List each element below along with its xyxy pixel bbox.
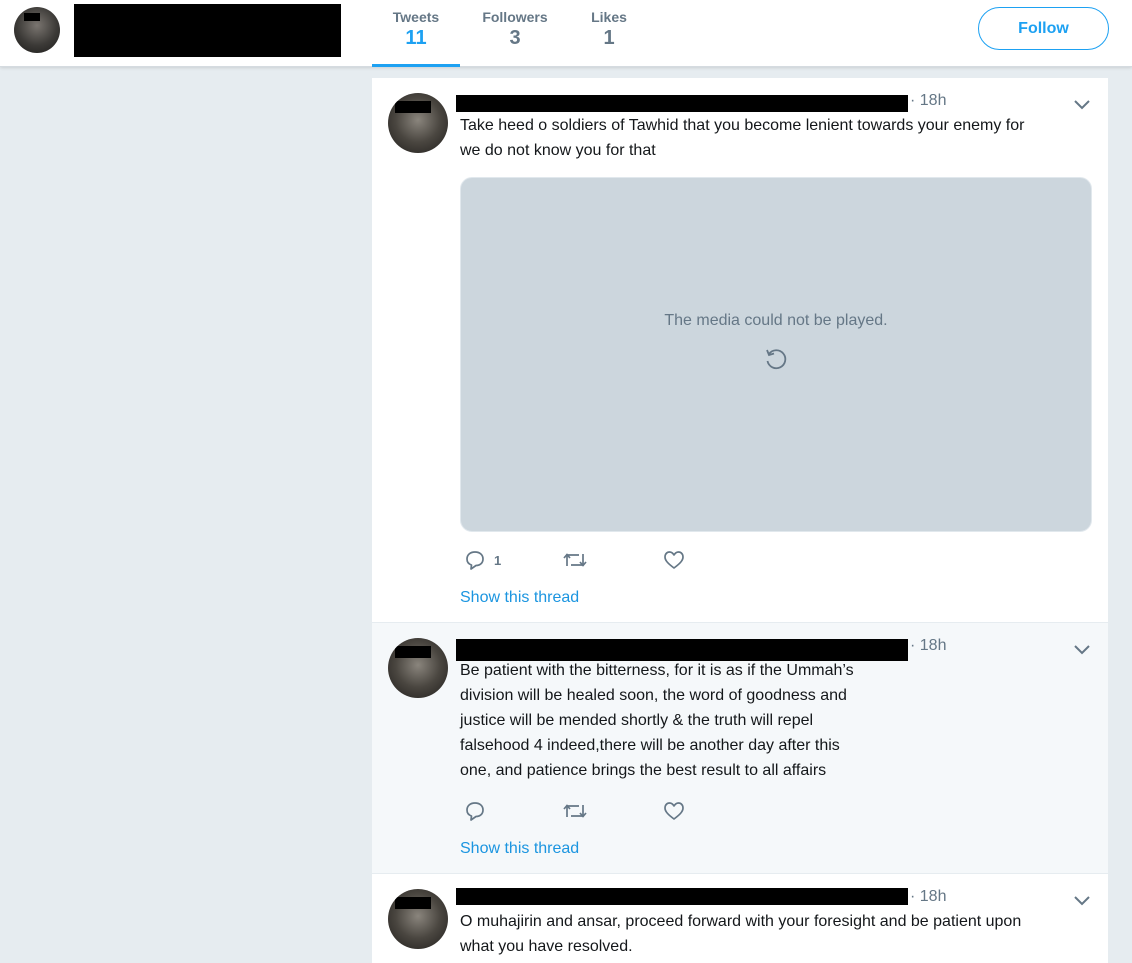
tab-tweets[interactable]: Tweets 11 (372, 8, 460, 67)
redaction-bar (395, 897, 431, 909)
retweet-icon (563, 804, 587, 818)
avatar[interactable] (388, 889, 448, 949)
tweet[interactable]: · 18h Be patient with the bitterness, fo… (372, 622, 1108, 873)
redaction-bar (395, 646, 431, 658)
timeline: · 18h Take heed o soldiers of Tawhid tha… (372, 67, 1108, 963)
author-redaction (456, 95, 908, 112)
media-player[interactable]: The media could not be played. (460, 177, 1092, 532)
chevron-down-icon[interactable] (1072, 98, 1092, 112)
redaction-bar (395, 101, 431, 113)
reply-icon (466, 551, 484, 570)
tweet-timestamp[interactable]: · 18h (910, 92, 946, 110)
follow-button[interactable]: Follow (978, 7, 1109, 50)
tweet-text: Be patient with the bitterness, for it i… (460, 662, 854, 779)
tweet-actions: 1 (460, 548, 860, 572)
reload-icon[interactable] (763, 346, 789, 372)
reply-icon (466, 802, 484, 821)
show-thread-link[interactable]: Show this thread (460, 589, 579, 607)
profile-header: Tweets 11 Followers 3 Likes 1 Follow (0, 0, 1132, 67)
like-button[interactable] (662, 548, 686, 572)
author-redaction (456, 888, 908, 905)
avatar[interactable] (14, 7, 60, 53)
likes-count: 1 (603, 27, 615, 49)
tweet-timestamp[interactable]: · 18h (910, 888, 946, 906)
heart-icon (664, 802, 684, 820)
tweet-actions (460, 799, 860, 823)
tweet-text: O muhajirin and ansar, proceed forward w… (460, 913, 1022, 955)
reply-button[interactable] (464, 799, 494, 823)
avatar[interactable] (388, 93, 448, 153)
heart-icon (664, 551, 684, 569)
tweets-count: 11 (405, 27, 427, 49)
tweet[interactable]: · 18h Take heed o soldiers of Tawhid tha… (372, 77, 1108, 622)
profile-name-redaction (74, 4, 341, 57)
reply-count: 1 (494, 552, 502, 568)
like-button[interactable] (662, 799, 686, 823)
chevron-down-icon[interactable] (1072, 643, 1092, 657)
tab-followers[interactable]: Followers 3 (466, 8, 564, 67)
tweets-label: Tweets (392, 9, 440, 25)
media-error-message: The media could not be played. (664, 312, 888, 329)
reply-button[interactable]: 1 (464, 548, 501, 572)
tweet-text: Take heed o soldiers of Tawhid that you … (460, 117, 1025, 159)
retweet-button[interactable] (562, 799, 588, 823)
redaction-bar (24, 13, 40, 21)
chevron-down-icon[interactable] (1072, 894, 1092, 908)
tab-likes[interactable]: Likes 1 (578, 8, 640, 67)
retweet-icon (563, 553, 587, 567)
likes-label: Likes (591, 9, 627, 25)
retweet-button[interactable] (562, 548, 588, 572)
show-thread-link[interactable]: Show this thread (460, 840, 579, 858)
avatar[interactable] (388, 638, 448, 698)
tweet[interactable]: · 18h O muhajirin and ansar, proceed for… (372, 873, 1108, 963)
followers-count: 3 (509, 27, 521, 49)
followers-label: Followers (482, 9, 548, 25)
tweet-timestamp[interactable]: · 18h (910, 637, 946, 655)
